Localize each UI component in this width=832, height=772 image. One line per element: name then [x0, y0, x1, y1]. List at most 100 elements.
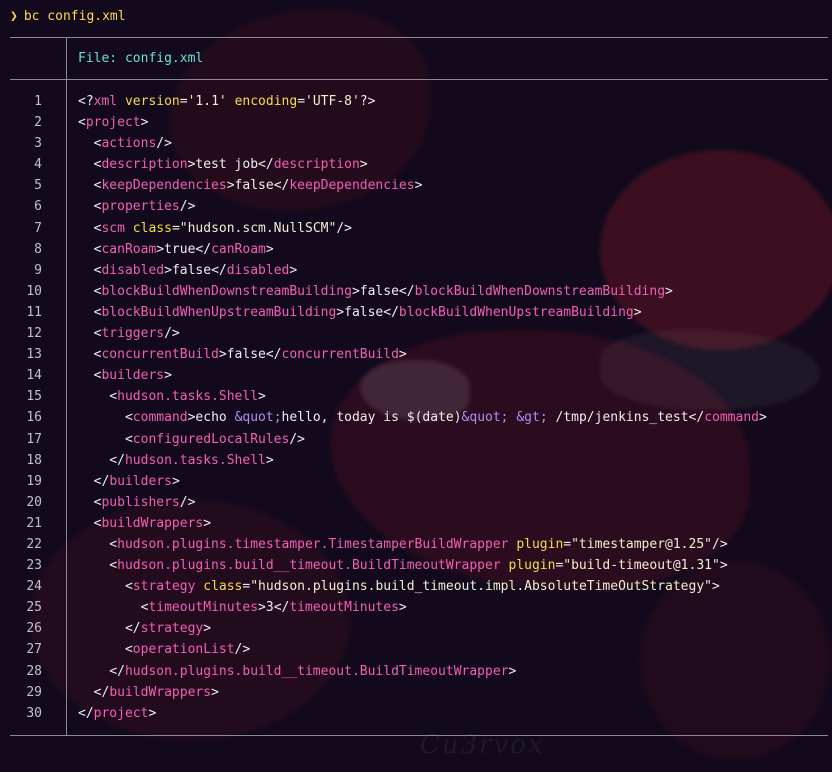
xml-tag-name: project: [85, 115, 141, 131]
punctuation: =: [171, 220, 180, 236]
line-number: 25: [26, 600, 42, 616]
punctuation: >: [398, 600, 407, 616]
line-number: 29: [26, 684, 42, 700]
line-number: 23: [26, 558, 42, 574]
xml-string: "timestamper@1.25": [571, 536, 712, 552]
xml-tag-name: strategy: [132, 579, 196, 595]
prompt-chevron-icon: ❯: [10, 9, 18, 24]
code-view[interactable]: <?xml version='1.1' encoding='UTF-8'?> <p…: [78, 91, 826, 724]
xml-tag-name: disabled: [226, 262, 290, 278]
xml-string: "hudson.plugins.build_timeout.impl.Absol…: [250, 579, 712, 595]
punctuation: >: [171, 473, 180, 489]
line-number: 26: [26, 621, 42, 637]
text-content: false: [344, 304, 384, 320]
command-text: bc config.xml: [23, 9, 126, 24]
punctuation: <: [78, 389, 118, 405]
punctuation: =: [179, 94, 188, 109]
punctuation: <?: [78, 94, 94, 109]
line-number: 10: [26, 283, 42, 299]
line-number: 30: [26, 705, 42, 721]
punctuation: <: [78, 558, 118, 574]
xml-tag-name: blockBuildWhenUpstreamBuilding: [398, 304, 634, 320]
xml-tag-name: builders: [101, 368, 165, 384]
punctuation: <: [78, 600, 149, 616]
xml-tag-name: keepDependencies: [101, 178, 227, 194]
code-line: <buildWrappers>: [78, 513, 826, 534]
punctuation: <: [78, 199, 102, 215]
punctuation: </: [383, 304, 399, 320]
code-line: <hudson.plugins.build__timeout.BuildTime…: [78, 555, 826, 576]
xml-tag-name: canRoam: [211, 241, 266, 257]
text-content: true: [164, 241, 196, 257]
punctuation: >: [140, 115, 149, 131]
punctuation: <: [78, 642, 133, 658]
punctuation: >: [265, 241, 274, 257]
xml-tag-name: scm: [101, 220, 125, 236]
punctuation: [117, 94, 125, 109]
punctuation: />: [336, 220, 352, 236]
xml-tag-name: builders: [109, 473, 172, 489]
code-line: <scm class="hudson.scm.NullSCM"/>: [78, 218, 826, 239]
code-line: <hudson.tasks.Shell>: [78, 386, 826, 407]
punctuation: >: [719, 558, 728, 574]
text-content: hello, today is $(date): [281, 410, 462, 426]
punctuation: <: [78, 241, 102, 257]
punctuation: >: [289, 262, 298, 278]
punctuation: <: [78, 304, 102, 320]
punctuation: =: [297, 94, 306, 109]
punctuation: >: [508, 663, 517, 679]
punctuation: </: [78, 663, 125, 679]
bottom-divider: [10, 735, 828, 736]
punctuation: </: [273, 178, 290, 194]
code-line: </builders>: [78, 471, 826, 492]
punctuation: </: [273, 600, 290, 616]
code-line: </hudson.tasks.Shell>: [78, 450, 826, 471]
code-line: <description>test job</description>: [78, 154, 826, 175]
xml-attribute: plugin: [516, 536, 564, 552]
line-number: 2: [34, 115, 42, 131]
line-number: 22: [26, 536, 42, 552]
line-number-gutter: 1 2 3 4 5 6 7 8 9 10 11 12 13 14 15 16 17 18 19 20 21 22 23 24 2…: [12, 91, 42, 724]
line-number: 5: [34, 178, 42, 194]
xml-entity: &quot;: [461, 410, 509, 426]
punctuation: <: [78, 136, 102, 152]
punctuation: >: [211, 684, 219, 700]
punctuation: <: [78, 579, 133, 595]
punctuation: >: [759, 410, 767, 426]
code-line: <timeoutMinutes>3</timeoutMinutes>: [78, 597, 826, 618]
line-number: 1: [34, 94, 42, 109]
punctuation: />: [179, 199, 196, 215]
code-line: <publishers/>: [78, 492, 826, 513]
text-content: false: [359, 283, 399, 299]
code-line: <blockBuildWhenDownstreamBuilding>false<…: [78, 281, 826, 302]
code-line: <strategy class="hudson.plugins.build_ti…: [78, 576, 826, 597]
xml-tag-name: command: [132, 410, 188, 426]
xml-tag-name: canRoam: [101, 241, 157, 257]
xml-tag-name: blockBuildWhenDownstreamBuilding: [414, 283, 666, 299]
xml-tag-name: strategy: [140, 621, 204, 637]
punctuation: >: [359, 157, 368, 173]
line-number: 15: [26, 389, 42, 405]
code-line: <disabled>false</disabled>: [78, 260, 826, 281]
line-number: 6: [34, 199, 42, 215]
code-line: <canRoam>true</canRoam>: [78, 239, 826, 260]
punctuation: <: [78, 536, 118, 552]
punctuation: >: [258, 389, 266, 405]
top-divider: [10, 37, 828, 38]
line-number: 28: [26, 663, 42, 679]
file-header: File: config.xml: [78, 51, 204, 66]
punctuation: </: [78, 705, 94, 721]
xml-attribute: class: [203, 579, 243, 595]
code-line: </buildWrappers>: [78, 682, 826, 703]
shell-prompt: ❯ bc config.xml: [10, 8, 126, 26]
text-content: false: [234, 178, 274, 194]
line-number: 12: [26, 326, 42, 342]
xml-attribute: version: [124, 94, 180, 109]
code-line: <command>echo &quot;hello, today is $(da…: [78, 407, 826, 428]
punctuation: </: [78, 684, 110, 700]
line-number: 24: [26, 579, 42, 595]
code-line: <keepDependencies>false</keepDependencie…: [78, 175, 826, 196]
code-line: <?xml version='1.1' encoding='UTF-8'?>: [78, 91, 826, 112]
line-number: 11: [26, 304, 42, 320]
punctuation: <: [78, 368, 102, 384]
